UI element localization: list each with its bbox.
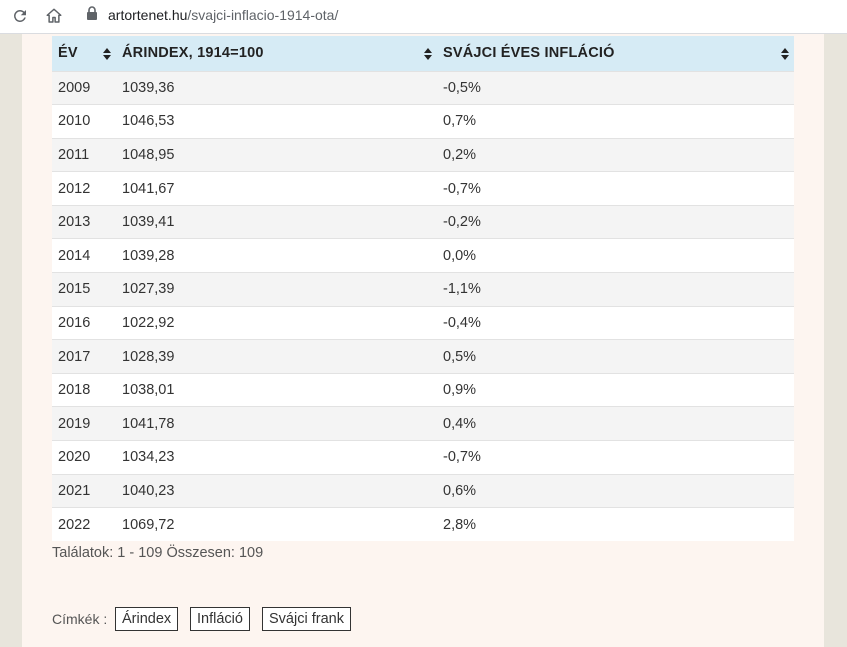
cell-year: 2009 — [58, 79, 91, 96]
cell-year: 2013 — [58, 214, 91, 231]
column-header-label: SVÁJCI ÉVES INFLÁCIÓ — [443, 45, 615, 62]
cell-price-index: 1046,53 — [122, 113, 175, 130]
cell-price-index: 1040,23 — [122, 482, 175, 499]
lock-icon[interactable] — [86, 6, 100, 22]
tag-inflacio[interactable]: Infláció — [190, 607, 250, 631]
cell-year: 2014 — [58, 247, 91, 264]
cell-price-index: 1028,39 — [122, 348, 175, 365]
cell-price-index: 1027,39 — [122, 281, 175, 298]
cell-year: 2019 — [58, 415, 91, 432]
cell-inflation: 0,2% — [443, 146, 477, 163]
sort-icon — [781, 48, 789, 60]
cell-inflation: 0,6% — [443, 482, 477, 499]
table-header-row: ÉV ÁRINDEX, 1914=100 SVÁJCI ÉVES INFLÁCI… — [52, 36, 794, 71]
cell-year: 2015 — [58, 281, 91, 298]
table-row: 2020 1034,23 -0,7% — [52, 440, 794, 475]
cell-inflation: 0,5% — [443, 348, 477, 365]
column-header-price-index[interactable]: ÁRINDEX, 1914=100 — [116, 36, 437, 71]
table-row: 2021 1040,23 0,6% — [52, 474, 794, 508]
table-body: 2009 1039,36 -0,5% 2010 1046,53 0,7% 2011 1048,… — [52, 71, 794, 542]
url-domain: artortenet.hu — [108, 7, 188, 23]
cell-inflation: -0,7% — [443, 180, 481, 197]
cell-inflation: 0,4% — [443, 415, 477, 432]
cell-price-index: 1048,95 — [122, 146, 175, 163]
address-bar[interactable]: artortenet.hu/svajci-inflacio-1914-ota/ — [108, 7, 338, 23]
cell-year: 2016 — [58, 314, 91, 331]
table-row: 2014 1039,28 0,0% — [52, 238, 794, 273]
table-row: 2017 1028,39 0,5% — [52, 339, 794, 374]
column-header-label: ÁRINDEX, 1914=100 — [122, 45, 264, 62]
cell-price-index: 1022,92 — [122, 314, 175, 331]
home-icon[interactable] — [42, 4, 66, 28]
reload-icon[interactable] — [8, 4, 32, 28]
cell-inflation: -1,1% — [443, 281, 481, 298]
sort-icon — [424, 48, 432, 60]
cell-inflation: -0,7% — [443, 449, 481, 466]
table-row: 2013 1039,41 -0,2% — [52, 205, 794, 239]
cell-price-index: 1041,67 — [122, 180, 175, 197]
cell-year: 2010 — [58, 113, 91, 130]
cell-inflation: 0,7% — [443, 113, 477, 130]
cell-price-index: 1069,72 — [122, 516, 175, 533]
table-row: 2011 1048,95 0,2% — [52, 138, 794, 172]
cell-year: 2012 — [58, 180, 91, 197]
url-path: /svajci-inflacio-1914-ota/ — [187, 7, 339, 23]
table-row: 2012 1041,67 -0,7% — [52, 171, 794, 206]
column-header-inflation[interactable]: SVÁJCI ÉVES INFLÁCIÓ — [437, 36, 794, 71]
cell-inflation: 0,0% — [443, 247, 477, 264]
table-row: 2010 1046,53 0,7% — [52, 104, 794, 139]
browser-toolbar: artortenet.hu/svajci-inflacio-1914-ota/ — [0, 0, 847, 34]
table-row: 2022 1069,72 2,8% — [52, 507, 794, 542]
cell-year: 2011 — [58, 146, 90, 163]
table-row: 2015 1027,39 -1,1% — [52, 272, 794, 307]
results-summary: Találatok: 1 - 109 Összesen: 109 — [52, 545, 264, 561]
cell-year: 2022 — [58, 516, 91, 533]
table-row: 2016 1022,92 -0,4% — [52, 306, 794, 340]
cell-inflation: 0,9% — [443, 382, 477, 399]
table-row: 2009 1039,36 -0,5% — [52, 71, 794, 105]
cell-inflation: -0,5% — [443, 79, 481, 96]
cell-inflation: -0,4% — [443, 314, 481, 331]
cell-price-index: 1039,41 — [122, 214, 175, 231]
cell-inflation: -0,2% — [443, 214, 481, 231]
cell-price-index: 1038,01 — [122, 382, 175, 399]
sort-icon — [103, 48, 111, 60]
inflation-table: ÉV ÁRINDEX, 1914=100 SVÁJCI ÉVES INFLÁCI… — [52, 36, 794, 542]
tags-label: Címkék : — [52, 611, 108, 627]
cell-year: 2020 — [58, 449, 91, 466]
tag-arindex[interactable]: Árindex — [115, 607, 179, 631]
column-header-label: ÉV — [58, 45, 78, 62]
page-content: ÉV ÁRINDEX, 1914=100 SVÁJCI ÉVES INFLÁCI… — [22, 34, 824, 647]
cell-price-index: 1041,78 — [122, 415, 175, 432]
cell-inflation: 2,8% — [443, 516, 477, 533]
cell-price-index: 1039,36 — [122, 79, 175, 96]
table-row: 2018 1038,01 0,9% — [52, 373, 794, 407]
cell-year: 2018 — [58, 382, 91, 399]
cell-year: 2017 — [58, 348, 91, 365]
cell-price-index: 1034,23 — [122, 449, 175, 466]
cell-price-index: 1039,28 — [122, 247, 175, 264]
column-header-year[interactable]: ÉV — [52, 36, 116, 71]
cell-year: 2021 — [58, 482, 91, 499]
tag-svajci-frank[interactable]: Svájci frank — [262, 607, 351, 631]
table-row: 2019 1041,78 0,4% — [52, 406, 794, 441]
